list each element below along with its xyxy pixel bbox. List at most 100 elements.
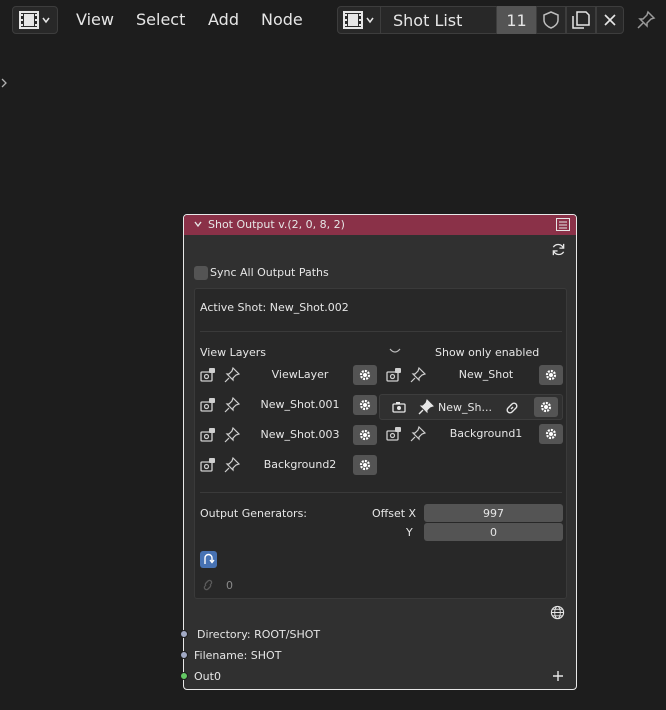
gear-icon [539,400,553,414]
shield-icon [543,11,559,29]
show-only-enabled-label: Show only enabled [435,346,540,359]
gear-icon [358,368,372,382]
gear-button[interactable] [539,365,563,385]
user-count-button[interactable]: 11 [497,6,536,34]
unlink-node-tree-button[interactable] [596,6,624,34]
camera-lock-icon[interactable] [200,397,216,413]
view-layer-name: New_Shot.003 [260,428,340,441]
link-icon[interactable] [504,400,520,416]
view-layers-label: View Layers [200,346,266,359]
pin-icon[interactable] [224,367,240,383]
gear-button[interactable] [353,425,377,445]
refresh-icon[interactable] [550,241,566,257]
shot-output-node[interactable]: Shot Output v.(2, 0, 8, 2) Sync All Outp… [183,214,577,690]
shot-panel: Active Shot: New_Shot.002 View Layers Sh… [194,288,567,599]
node-title: Shot Output v.(2, 0, 8, 2) [208,218,345,231]
offset-y-label: Y [406,526,413,539]
add-generator-button[interactable] [200,551,217,568]
camera-lock-icon[interactable] [200,367,216,383]
gear-icon [544,368,558,382]
camera-lock-icon[interactable] [200,457,216,473]
offset-y-value: 0 [490,525,497,539]
node-header[interactable]: Shot Output v.(2, 0, 8, 2) [184,215,576,235]
collapse-chevron-icon[interactable] [193,219,203,229]
gear-icon [358,458,372,472]
pin-icon[interactable] [224,427,240,443]
shot-name: New_Shot [458,368,514,381]
pin-icon [636,10,656,30]
node-editor-header: View Select Add Node Shot List 11 [0,0,666,40]
out0-socket[interactable] [180,672,188,680]
camera-lock-icon[interactable] [386,426,402,442]
link-count: 0 [226,579,233,592]
chevron-down-icon [365,15,375,25]
clapperboard-icon [19,11,39,29]
offset-x-field[interactable]: 997 [424,504,563,522]
list-item[interactable]: ViewLayer [200,364,378,386]
gear-icon [358,398,372,412]
view-layer-name: New_Shot.001 [260,398,340,411]
link-icon [201,578,215,592]
list-item[interactable]: Background2 [200,454,378,476]
menu-view[interactable]: View [76,10,114,29]
list-item[interactable]: New_Shot.003 [200,424,378,446]
view-layer-name: ViewLayer [271,368,329,381]
active-shot-label: Active Shot: New_Shot.002 [200,301,349,314]
pin-filled-icon[interactable] [418,399,434,415]
pin-icon[interactable] [224,397,240,413]
pin-icon[interactable] [224,457,240,473]
sync-output-paths-checkbox[interactable] [194,266,208,280]
add-output-icon[interactable] [552,670,564,682]
gear-button[interactable] [353,395,377,415]
new-node-tree-button[interactable] [566,6,596,34]
filename-socket[interactable] [180,651,188,659]
clapperboard-icon [343,11,363,29]
list-item[interactable]: Background1 [386,423,564,445]
gear-button[interactable] [534,397,558,417]
offset-x-label: Offset X [372,507,417,520]
out0-label: Out0 [194,670,221,683]
fake-user-button[interactable] [536,6,566,34]
pin-button[interactable] [634,8,658,32]
node-tree-name: Shot List [393,10,463,30]
list-item[interactable]: New_Shot.001 [200,394,378,416]
node-options-icon[interactable] [556,218,570,231]
list-item[interactable]: New_Shot [386,364,564,386]
camera-lock-icon[interactable] [386,367,402,383]
globe-icon[interactable] [550,605,565,620]
duplicate-icon [572,11,590,29]
user-count: 11 [506,10,527,30]
smooth-arc-icon[interactable] [388,347,402,355]
output-generators-label: Output Generators: [200,507,308,520]
loop-arrow-icon [202,553,215,566]
view-layer-name: Background2 [263,458,337,471]
close-icon [603,13,617,27]
menu-node[interactable]: Node [261,10,303,29]
node-tree-browse-button[interactable] [337,6,381,34]
camera-lock-icon[interactable] [200,427,216,443]
editor-type-button[interactable] [12,6,58,34]
filename-label: Filename: SHOT [194,649,282,662]
gear-icon [358,428,372,442]
gear-button[interactable] [539,424,563,444]
directory-socket[interactable] [180,630,188,638]
chevron-down-icon [41,15,51,25]
sync-output-paths-label: Sync All Output Paths [210,266,329,279]
gear-button[interactable] [353,365,377,385]
pin-icon[interactable] [410,367,426,383]
menu-add[interactable]: Add [208,10,239,29]
gear-icon [544,427,558,441]
camera-icon[interactable] [392,400,406,414]
offset-x-value: 997 [483,506,504,520]
shot-name: New_Sh... [438,401,492,414]
pin-icon[interactable] [410,426,426,442]
offset-y-field[interactable]: 0 [424,523,563,541]
divider [200,331,562,332]
list-item-active[interactable]: New_Sh... [379,394,563,420]
sidebar-toggle[interactable] [0,76,12,90]
node-tree-name-field[interactable]: Shot List [381,6,497,34]
gear-button[interactable] [353,455,377,475]
menu-select[interactable]: Select [136,10,185,29]
divider [200,492,562,493]
directory-label: Directory: ROOT/SHOT [197,628,321,641]
